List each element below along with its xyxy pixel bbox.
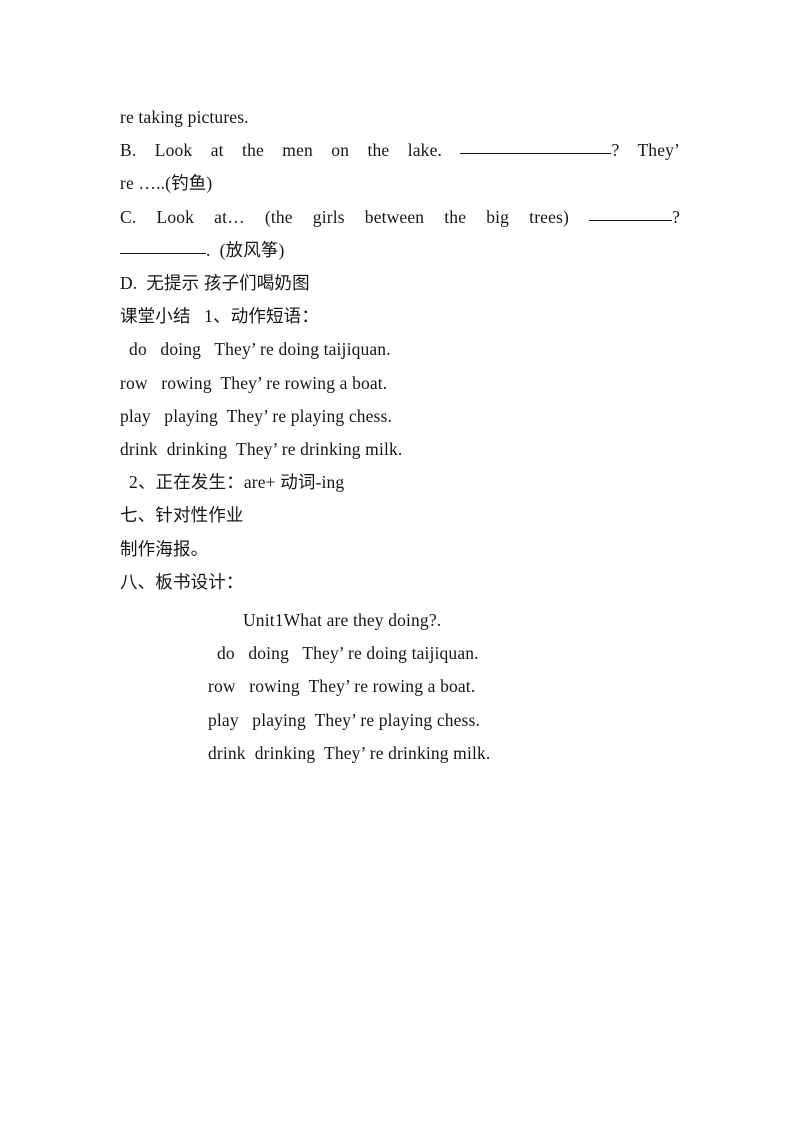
board-row-play: play playing They’ re playing chess.	[208, 709, 481, 730]
line-c-suffix: ?	[672, 206, 680, 227]
summary-verb-row-do: do doing They’ re doing taijiquan.	[120, 339, 391, 360]
text-line-a-continuation: re taking pictures.	[120, 107, 249, 127]
line-b-suffix: ? They’	[611, 140, 680, 161]
board-title: Unit1What are they doing?.	[243, 610, 442, 630]
line-b-prefix: B. Look at the men on the lake.	[120, 140, 461, 161]
board-row-drink: drink drinking They’ re drinking milk.	[208, 742, 491, 763]
text-line-d: D. 无提示 孩子们喝奶图	[120, 273, 310, 294]
line-c-continuation-suffix: . (放风筝)	[206, 239, 285, 260]
summary-verb-row-row: row rowing They’ re rowing a boat.	[120, 372, 388, 393]
summary-verb-row-play: play playing They’ re playing chess.	[120, 405, 393, 426]
section-eight-heading: 八、板书设计：	[120, 571, 244, 592]
text-line-b: B. Look at the men on the lake. ? They’	[120, 134, 680, 167]
text-line-b-continuation: re …..(钓鱼)	[120, 173, 213, 194]
summary-verb-row-drink: drink drinking They’ re drinking milk.	[120, 439, 403, 460]
document-page: re taking pictures. B. Look at the men o…	[0, 0, 794, 1123]
fill-in-blank-c2[interactable]	[120, 240, 206, 254]
text-line-c: C. Look at… (the girls between the big t…	[120, 201, 680, 234]
board-row-row: row rowing They’ re rowing a boat.	[208, 676, 476, 697]
board-row-do: do doing They’ re doing taijiquan.	[217, 643, 479, 664]
summary-point-two: 2、正在发生：are+ 动词-ing	[120, 472, 345, 493]
document-body: re taking pictures. B. Look at the men o…	[120, 101, 680, 599]
section-seven-body: 制作海报。	[120, 538, 209, 559]
fill-in-blank-c1[interactable]	[589, 207, 673, 221]
fill-in-blank-b[interactable]	[460, 140, 612, 155]
text-line-c-continuation: . (放风筝)	[120, 234, 680, 267]
section-seven-heading: 七、针对性作业	[120, 505, 244, 526]
line-c-prefix: C. Look at… (the girls between the big t…	[120, 206, 590, 227]
summary-heading: 课堂小结 1、动作短语：	[120, 306, 319, 327]
blackboard-design-block: Unit1What are they doing?. do doing They…	[120, 604, 680, 770]
